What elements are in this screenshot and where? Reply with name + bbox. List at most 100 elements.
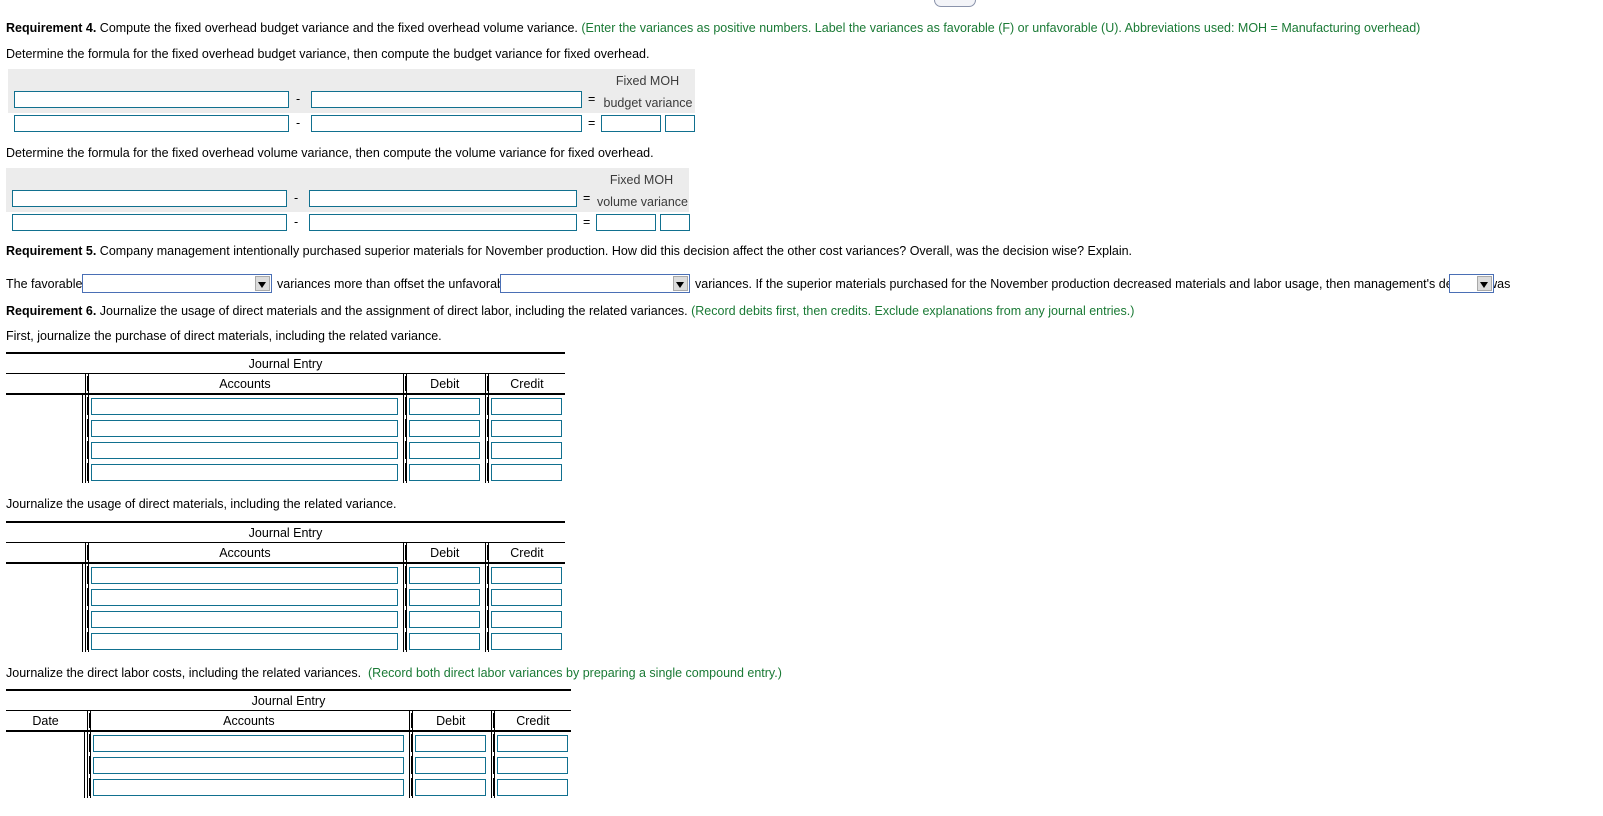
cell-debit (402, 395, 483, 417)
volume-formula-row1-equals: = (583, 191, 591, 205)
cell-date (6, 564, 84, 586)
journal-table-body (6, 395, 565, 483)
debit-input[interactable] (414, 734, 486, 752)
requirement-5-label: Requirement 5. (6, 244, 97, 258)
cell-debit (402, 439, 483, 461)
cell-accounts (85, 417, 401, 439)
credit-input[interactable] (496, 734, 568, 752)
cell-debit (402, 564, 483, 586)
chevron-down-icon[interactable] (1477, 276, 1492, 291)
budget-formula-row1-left-input[interactable] (14, 91, 289, 108)
budget-formula-row1-minus: - (296, 92, 301, 106)
journalize-labor-text: Journalize the direct labor costs, inclu… (6, 666, 362, 680)
volume-formula-row2-right-input[interactable] (309, 214, 577, 231)
credit-input[interactable] (490, 610, 562, 628)
debit-input[interactable] (414, 756, 486, 774)
table-row (6, 608, 565, 630)
cell-date (6, 630, 84, 652)
volume-formula-row1-minus: - (294, 191, 299, 205)
credit-input[interactable] (496, 756, 568, 774)
fixed-moh-volume-label-line2: volume variance (596, 195, 688, 209)
more-options-pill[interactable]: ··· (934, 0, 976, 7)
cell-debit (408, 754, 489, 776)
volume-variance-result-input[interactable] (596, 214, 656, 231)
volume-formula-row1-left-input[interactable] (12, 190, 287, 207)
cell-accounts (85, 608, 401, 630)
debit-input[interactable] (408, 441, 480, 459)
credit-input[interactable] (490, 463, 562, 481)
chevron-down-icon[interactable] (673, 276, 688, 291)
budget-formula-row2-minus: - (296, 116, 301, 130)
credit-input[interactable] (490, 566, 562, 584)
cell-credit (484, 608, 565, 630)
requirement-6-paragraph: Requirement 6. Journalize the usage of d… (0, 304, 1134, 319)
cell-credit (484, 395, 565, 417)
requirement-5-paragraph: Requirement 5. Company management intent… (0, 244, 1132, 259)
budget-formula-row2-left-input[interactable] (14, 115, 289, 132)
cell-credit (484, 586, 565, 608)
unfavorable-variance-dropdown[interactable] (500, 274, 690, 293)
accounts-input[interactable] (93, 734, 404, 752)
credit-input[interactable] (490, 588, 562, 606)
accounts-input[interactable] (91, 566, 398, 584)
column-header-date (6, 543, 83, 562)
accounts-input[interactable] (91, 610, 398, 628)
chevron-down-icon[interactable] (255, 276, 270, 291)
requirement-6-label: Requirement 6. (6, 304, 97, 318)
debit-input[interactable] (408, 632, 480, 650)
credit-input[interactable] (490, 419, 562, 437)
requirement-4-text: Compute the fixed overhead budget varian… (96, 21, 582, 35)
cell-date (6, 754, 86, 776)
cell-debit (408, 776, 489, 798)
journal-table-header-row: Accounts Debit Credit (6, 543, 565, 564)
journalize-labor-hint: (Record both direct labor variances by p… (368, 666, 782, 680)
requirement-4-label: Requirement 4. (6, 21, 97, 35)
accounts-input[interactable] (93, 778, 404, 796)
debit-input[interactable] (414, 778, 486, 796)
budget-formula-row2-right-input[interactable] (311, 115, 582, 132)
cell-accounts (87, 776, 407, 798)
decision-wise-dropdown[interactable] (1449, 274, 1494, 293)
debit-input[interactable] (408, 397, 480, 415)
unfavorable-middle-label: variances more than offset the unfavorab… (277, 277, 514, 291)
budget-variance-result-input[interactable] (601, 115, 661, 132)
credit-input[interactable] (490, 441, 562, 459)
accounts-input[interactable] (91, 441, 398, 459)
journalize-usage-instruction: Journalize the usage of direct materials… (6, 497, 397, 511)
accounts-input[interactable] (91, 463, 398, 481)
debit-input[interactable] (408, 419, 480, 437)
journal-entry-title: Journal Entry (6, 521, 565, 543)
debit-input[interactable] (408, 588, 480, 606)
table-row (6, 776, 571, 798)
budget-variance-fu-input[interactable] (665, 115, 695, 132)
table-row (6, 564, 565, 586)
requirement-5-text: Company management intentionally purchas… (96, 244, 1133, 258)
accounts-input[interactable] (93, 756, 404, 774)
budget-formula-row1-right-input[interactable] (311, 91, 582, 108)
accounts-input[interactable] (91, 588, 398, 606)
cell-date (6, 461, 84, 483)
debit-input[interactable] (408, 566, 480, 584)
accounts-input[interactable] (91, 419, 398, 437)
column-header-date (6, 374, 83, 393)
cell-credit (484, 439, 565, 461)
debit-input[interactable] (408, 463, 480, 481)
journal-table-body (6, 564, 565, 652)
volume-formula-row2-left-input[interactable] (12, 214, 287, 231)
column-header-date: Date (32, 714, 59, 728)
volume-variance-fu-input[interactable] (660, 214, 690, 231)
credit-input[interactable] (490, 397, 562, 415)
credit-input[interactable] (490, 632, 562, 650)
cell-date (6, 732, 86, 754)
column-header-debit: Debit (402, 374, 483, 393)
accounts-input[interactable] (91, 632, 398, 650)
cell-credit (484, 417, 565, 439)
favorable-variance-dropdown[interactable] (82, 274, 272, 293)
journalize-labor-instruction: Journalize the direct labor costs, inclu… (0, 666, 782, 681)
accounts-input[interactable] (91, 397, 398, 415)
credit-input[interactable] (496, 778, 568, 796)
journal-entry-title: Journal Entry (6, 689, 571, 711)
debit-input[interactable] (408, 610, 480, 628)
fixed-moh-volume-label-line1: Fixed MOH (609, 173, 674, 187)
volume-formula-row1-right-input[interactable] (309, 190, 577, 207)
